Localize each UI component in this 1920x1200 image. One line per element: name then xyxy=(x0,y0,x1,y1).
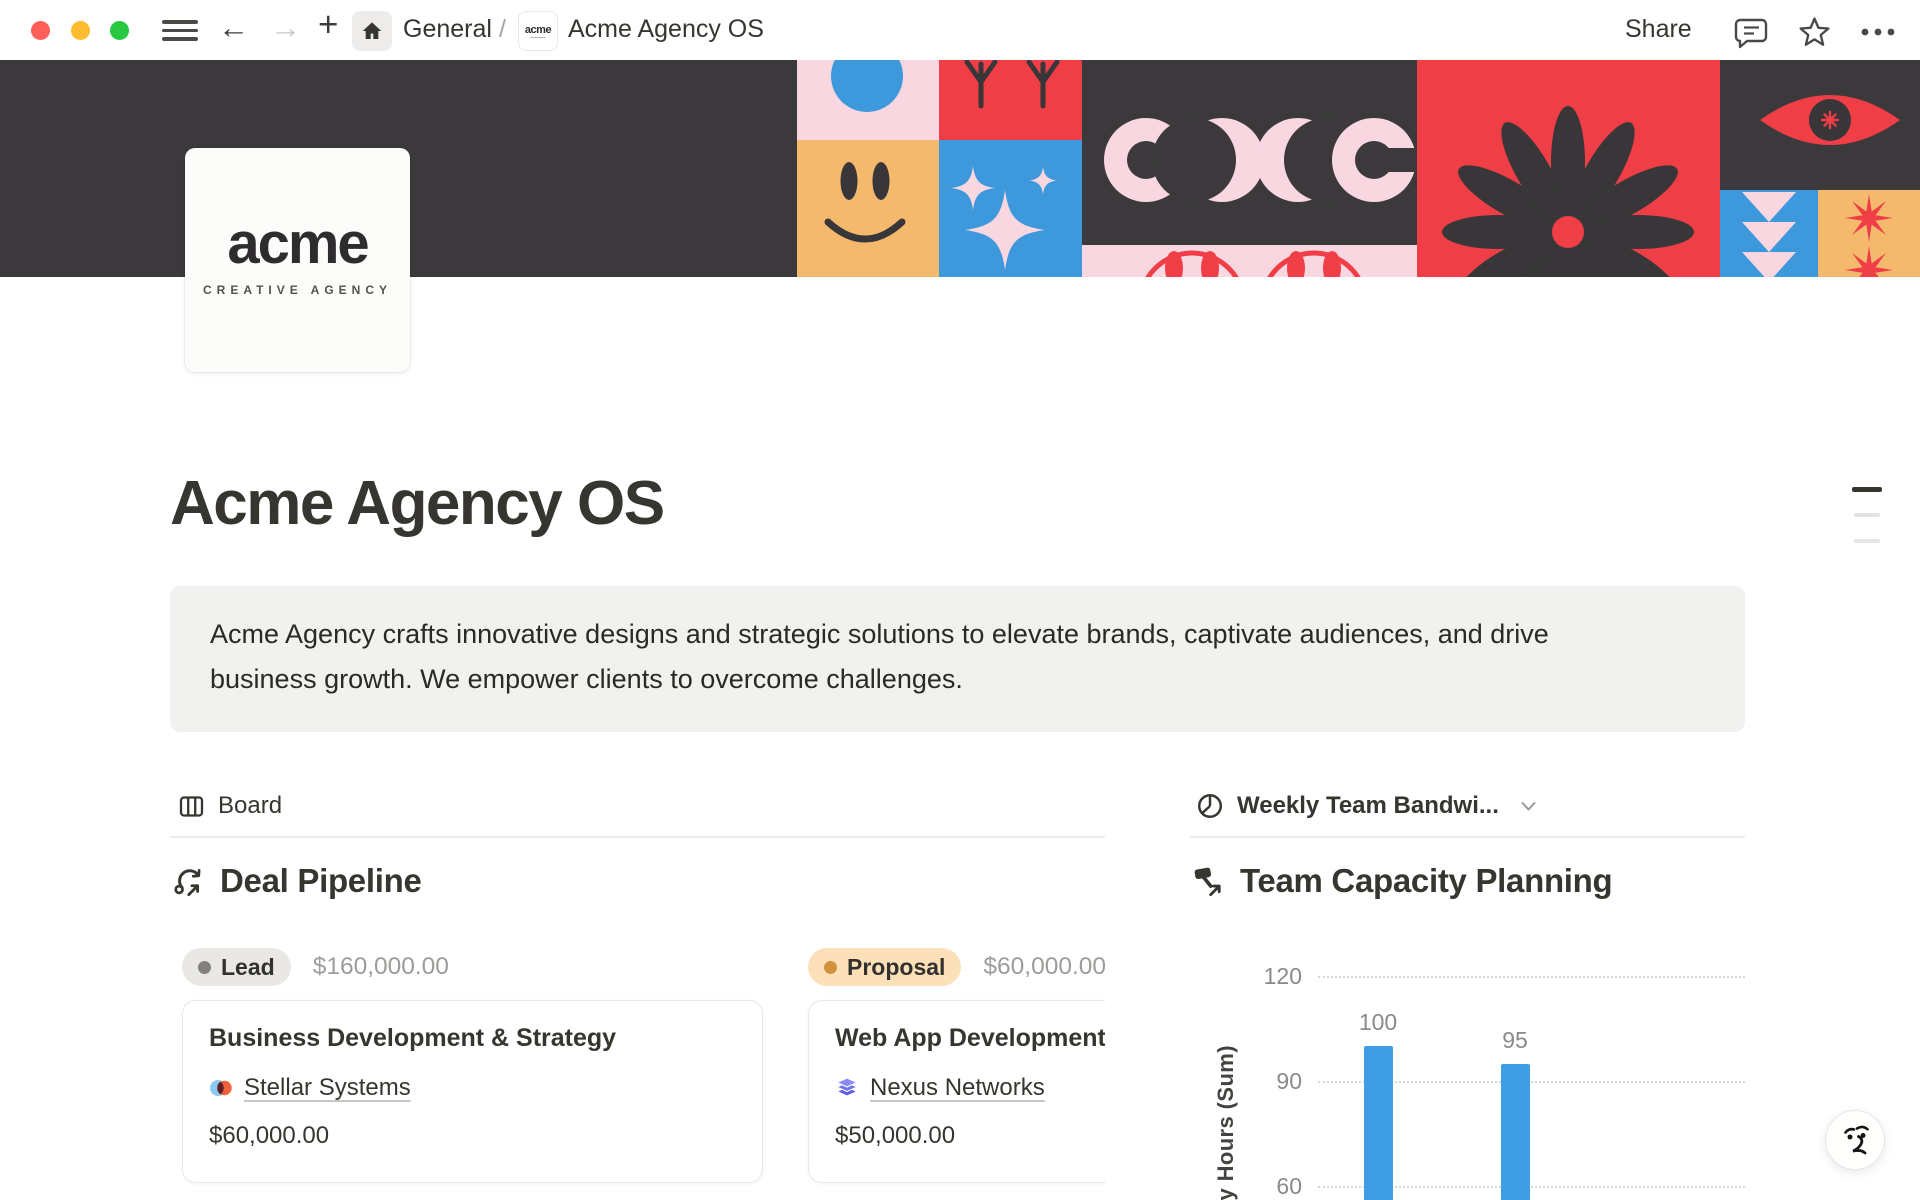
breadcrumb-separator: / xyxy=(499,15,506,44)
logo-tagline: CREATIVE AGENCY xyxy=(185,283,410,297)
kanban-board[interactable]: Lead $160,000.00 Business Development & … xyxy=(170,938,1105,1200)
client-link[interactable]: Stellar Systems xyxy=(209,1074,736,1102)
right-column-divider xyxy=(1190,836,1745,838)
callout-text: Acme Agency crafts innovative designs an… xyxy=(210,612,1610,702)
back-arrow-icon[interactable]: ← xyxy=(218,8,249,48)
deal-card[interactable]: Business Development & Strategy Stellar … xyxy=(182,1000,763,1183)
pie-chart-icon xyxy=(1196,792,1224,820)
client-link[interactable]: Nexus Networks xyxy=(835,1074,1105,1102)
view-label: Weekly Team Bandwi... xyxy=(1237,792,1499,820)
new-page-plus-icon[interactable]: + xyxy=(318,5,338,45)
cover-tile-sparkles xyxy=(939,140,1082,277)
capacity-bar-1[interactable] xyxy=(1364,1046,1393,1200)
board-view-icon xyxy=(178,793,205,820)
deal-amount: $50,000.00 xyxy=(835,1122,1105,1150)
share-button[interactable]: Share xyxy=(1625,15,1692,44)
bar-value-label: 95 xyxy=(1475,1027,1555,1054)
tab-board-view[interactable]: Board xyxy=(178,788,282,824)
y-tick-90: 90 xyxy=(1242,1068,1302,1095)
sidebar-menu-icon[interactable] xyxy=(162,20,198,41)
stellar-systems-icon xyxy=(209,1077,233,1099)
left-column-divider xyxy=(170,836,1105,838)
page-title[interactable]: Acme Agency OS xyxy=(170,468,664,539)
gridline-120 xyxy=(1318,976,1745,978)
page-icon-logo[interactable]: acme CREATIVE AGENCY xyxy=(185,148,410,372)
cover-tile-stars xyxy=(1818,190,1920,277)
breadcrumb-page[interactable]: Acme Agency OS xyxy=(568,15,764,44)
cover-tile-pink-smileys xyxy=(1082,245,1417,277)
breadcrumb-workspace[interactable]: General xyxy=(403,15,492,44)
cover-tile-flower xyxy=(1417,60,1720,277)
more-options-icon[interactable] xyxy=(1858,18,1898,51)
minimize-window-button[interactable] xyxy=(71,21,90,40)
y-tick-60: 60 xyxy=(1242,1173,1302,1200)
cover-tile-triangles xyxy=(1720,190,1818,277)
notion-ai-button[interactable] xyxy=(1825,1110,1885,1170)
bar-value-label: 100 xyxy=(1338,1009,1418,1036)
callout-block[interactable]: Acme Agency crafts innovative designs an… xyxy=(170,586,1745,732)
deal-title: Business Development & Strategy xyxy=(209,1024,736,1053)
logo-brand-text: acme xyxy=(185,210,410,277)
toolbar: ← → + General / acme Acme Agency OS Shar… xyxy=(0,0,1920,60)
team-capacity-heading[interactable]: Team Capacity Planning xyxy=(1192,862,1612,900)
status-badge-lead[interactable]: Lead xyxy=(182,948,291,986)
cover-tile-red-sparks xyxy=(939,60,1082,140)
hammer-icon xyxy=(1192,864,1226,898)
group-sum: $160,000.00 xyxy=(313,953,449,981)
deal-pipeline-heading[interactable]: Deal Pipeline xyxy=(172,862,422,900)
cover-tile-oddc xyxy=(1082,60,1417,245)
board-tab-label: Board xyxy=(218,792,282,820)
status-dot xyxy=(824,961,837,974)
close-window-button[interactable] xyxy=(31,21,50,40)
nexus-networks-icon xyxy=(835,1076,859,1100)
cover-tile-pink-circle xyxy=(797,60,939,140)
capacity-bar-2[interactable] xyxy=(1501,1064,1530,1200)
chart-y-axis-label: Capacity Hours (Sum) xyxy=(1213,1045,1239,1200)
ai-face-icon xyxy=(1827,1112,1883,1168)
favorite-star-icon[interactable] xyxy=(1796,14,1833,56)
pipeline-sync-icon xyxy=(172,864,206,898)
deal-title: Web App Development xyxy=(835,1024,1105,1053)
deal-card[interactable]: Web App Development Nexus Networks $50,0… xyxy=(808,1000,1105,1183)
notion-window: ← → + General / acme Acme Agency OS Shar… xyxy=(0,0,1920,1200)
group-sum: $60,000.00 xyxy=(983,953,1105,981)
comments-icon[interactable] xyxy=(1733,14,1769,55)
zoom-window-button[interactable] xyxy=(110,21,129,40)
y-tick-120: 120 xyxy=(1242,963,1302,990)
status-dot xyxy=(198,961,211,974)
breadcrumb-page-icon[interactable]: acme xyxy=(518,11,558,51)
cover-tile-smiley xyxy=(797,140,939,277)
deal-amount: $60,000.00 xyxy=(209,1122,736,1150)
status-badge-proposal[interactable]: Proposal xyxy=(808,948,961,986)
cover-tile-eye xyxy=(1720,60,1920,190)
home-icon xyxy=(360,19,384,43)
home-breadcrumb-button[interactable] xyxy=(352,11,392,51)
chevron-down-icon xyxy=(1518,796,1539,816)
forward-arrow-icon[interactable]: → xyxy=(270,8,301,48)
chart-view-selector[interactable]: Weekly Team Bandwi... xyxy=(1196,788,1539,824)
